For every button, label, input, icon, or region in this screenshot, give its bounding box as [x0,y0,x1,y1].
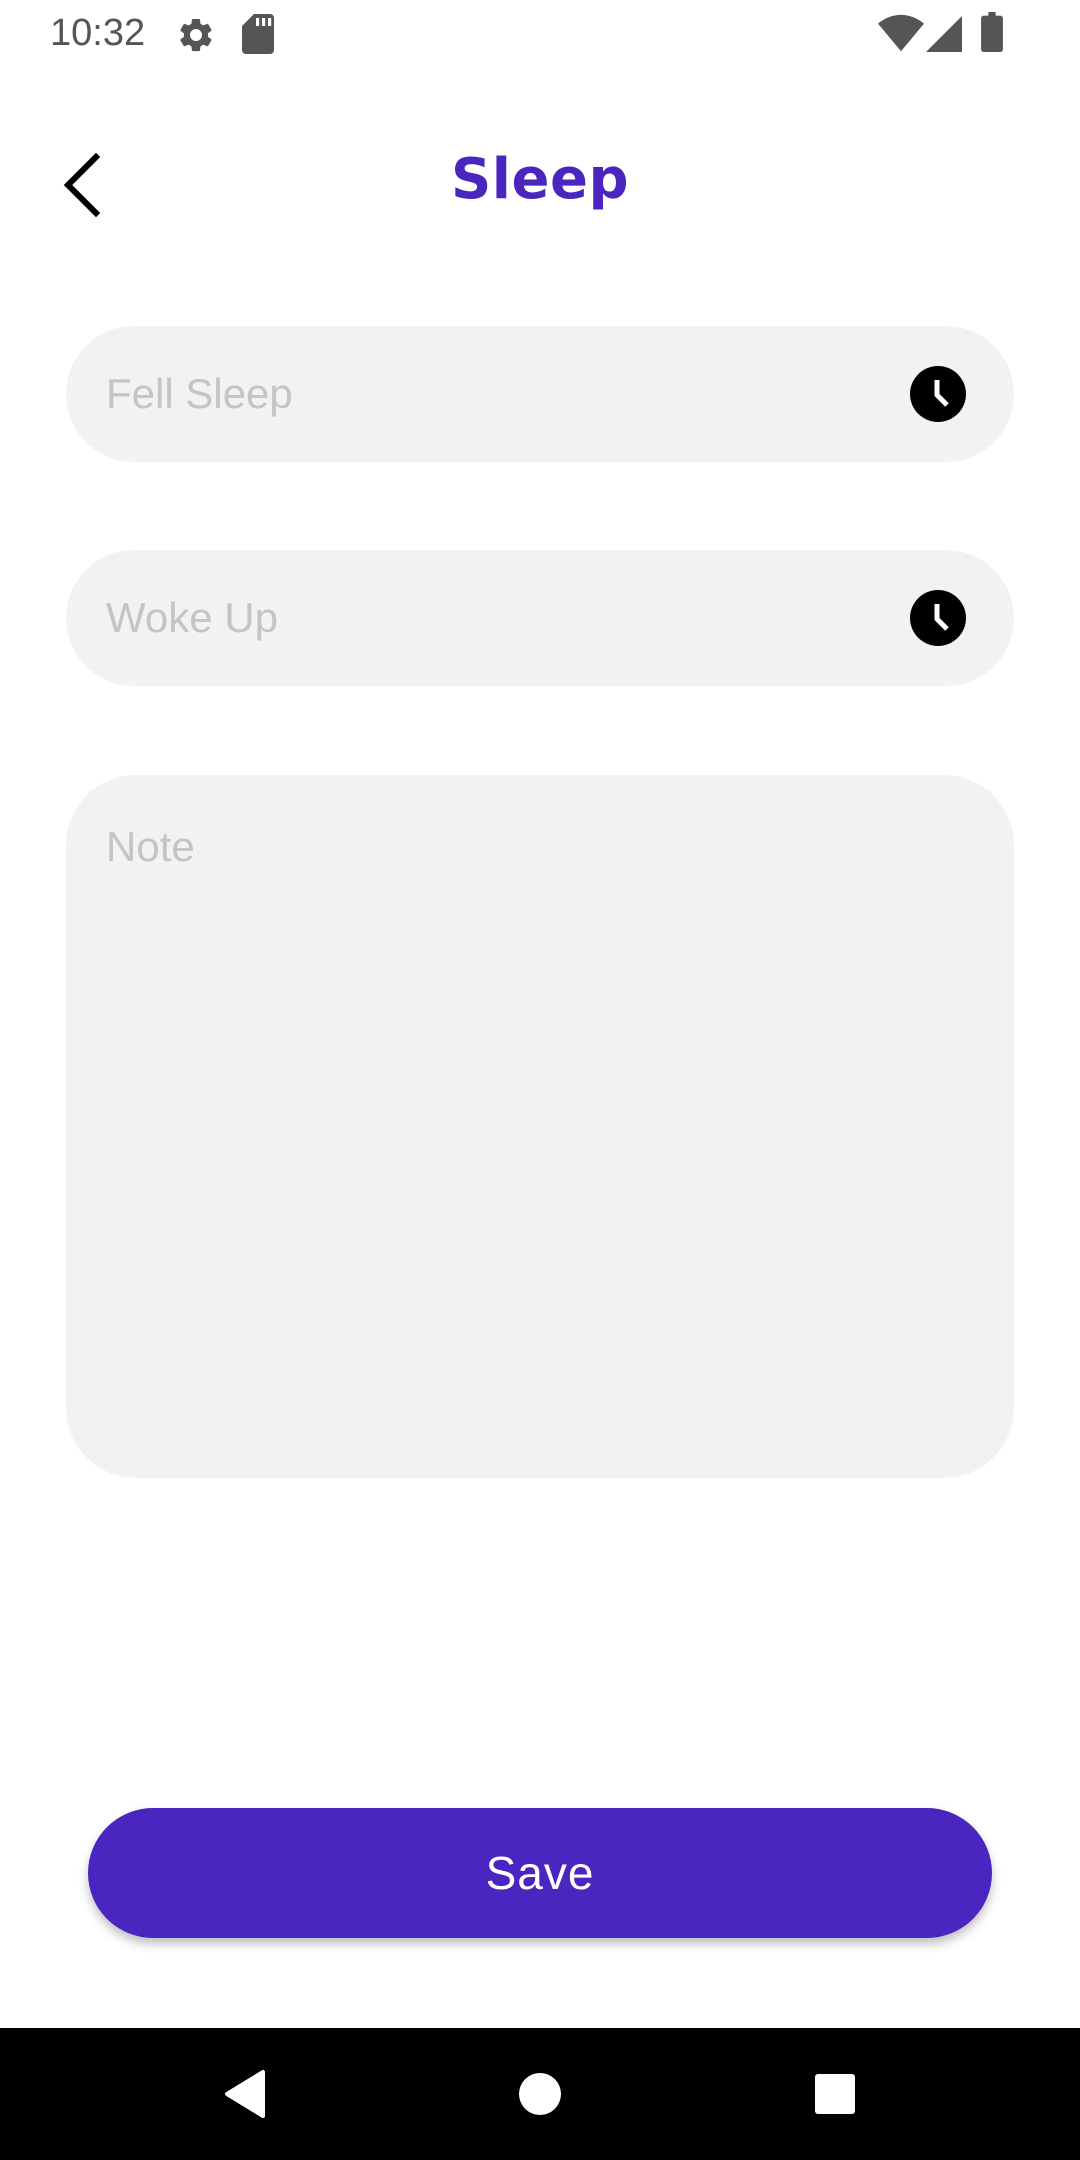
nav-recents-button[interactable] [795,2054,875,2134]
wifi-icon [878,14,924,52]
clock-icon[interactable] [910,590,966,646]
gear-icon [180,18,212,52]
status-time: 10:32 [50,12,146,54]
page-title: Sleep [450,147,630,212]
woke-up-field[interactable]: Woke Up [66,550,1014,686]
nav-back-icon [225,2070,265,2118]
battery-icon [981,12,1003,52]
note-field[interactable]: Note [66,775,1014,1478]
navigation-bar [0,2028,1080,2160]
sd-card-icon [242,14,274,54]
fell-sleep-placeholder: Fell Sleep [106,370,293,417]
save-button[interactable]: Save [88,1808,992,1938]
nav-home-icon [519,2073,561,2115]
note-placeholder: Note [106,823,195,870]
nav-recents-icon [815,2074,855,2114]
fell-sleep-field[interactable]: Fell Sleep [66,326,1014,462]
nav-home-button[interactable] [500,2054,580,2134]
save-button-label: Save [485,1847,595,1899]
nav-back-button[interactable] [205,2054,285,2134]
cell-signal-icon [926,16,962,52]
clock-icon[interactable] [910,366,966,422]
status-bar: 10:32 [0,0,1080,66]
sleep-screen: 10:32 Sleep Fell Sleep Woke Up Note Save [0,0,1080,2160]
woke-up-placeholder: Woke Up [106,594,278,641]
